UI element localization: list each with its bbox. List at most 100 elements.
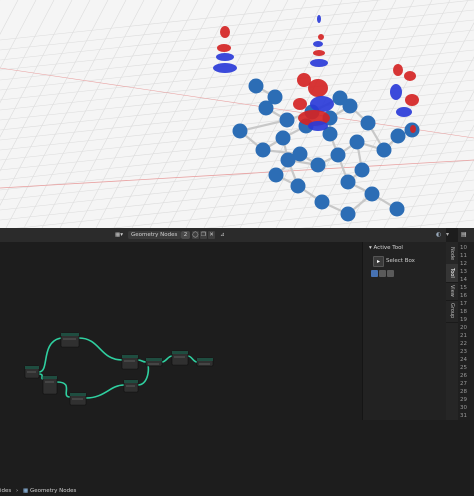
grid-line — [0, 0, 55, 104]
grid-line — [0, 0, 383, 41]
atom — [349, 134, 365, 150]
node-tree-name-field[interactable]: Geometry Nodes — [128, 231, 181, 239]
node-link — [137, 359, 147, 363]
grid-line — [77, 0, 199, 228]
viewport-canvas[interactable] — [0, 0, 474, 228]
orbital-lobe-negative — [310, 96, 334, 112]
orbital-lobe-positive — [393, 64, 403, 76]
atom — [258, 100, 274, 116]
node-tree-icon: ▦ — [22, 488, 29, 494]
atom — [268, 167, 284, 183]
line-number: 19 — [460, 317, 467, 323]
settings-dropdown-icon[interactable]: ▾ — [446, 231, 449, 238]
orbital-lobe-negative — [308, 121, 328, 131]
tab-node[interactable]: Node — [446, 244, 458, 265]
atom — [279, 112, 295, 128]
atom — [310, 157, 326, 173]
line-number: 13 — [460, 269, 467, 275]
text-editor-line-numbers: 10 11 12 13 14 15 16 17 18 19 20 21 22 23 24 25 26 27 28 29… — [458, 242, 474, 420]
atom — [275, 130, 291, 146]
duplicate-icon[interactable]: ❐ — [200, 231, 207, 239]
fake-user-icon[interactable]: ◯ — [192, 231, 199, 239]
atom — [332, 90, 348, 106]
orbital-lobe-positive — [318, 34, 324, 40]
orbital-lobe-negative — [317, 15, 321, 23]
node-editor-header: ▦▾ Geometry Nodes 2 ◯ ❐ ✕ ⊿ — [0, 228, 362, 243]
node[interactable] — [171, 350, 189, 366]
node[interactable] — [42, 375, 58, 395]
line-number: 20 — [460, 325, 467, 331]
node-graph[interactable] — [0, 242, 362, 420]
atom — [330, 147, 346, 163]
node-header-bar — [61, 333, 79, 336]
atom — [255, 142, 271, 158]
node-link — [56, 381, 71, 398]
orbital-lobe-negative — [313, 41, 323, 47]
node-editor-canvas[interactable]: ides › ▦ Geometry Nodes — [0, 242, 362, 494]
node[interactable] — [121, 354, 139, 370]
node-link — [85, 384, 125, 399]
atom — [314, 194, 330, 210]
line-number: 15 — [460, 285, 467, 291]
orbital-lobe-positive — [293, 98, 307, 110]
overlay-toggle-icon[interactable]: ◐ — [436, 231, 441, 238]
grid-line — [0, 9, 474, 61]
mode-extend-icon[interactable] — [379, 270, 386, 277]
line-number: 12 — [460, 261, 467, 267]
node-link — [187, 355, 198, 363]
node-header-bar — [122, 355, 138, 358]
line-number: 16 — [460, 293, 467, 299]
group-output-node[interactable] — [196, 357, 214, 367]
node-link — [38, 337, 62, 373]
grid-line — [0, 79, 474, 131]
breadcrumb-separator: › — [16, 488, 19, 494]
orbital-lobe-negative — [213, 63, 237, 73]
tool-label: Select Box — [386, 258, 415, 264]
node[interactable] — [69, 392, 87, 406]
orbital-lobe-positive — [308, 79, 328, 97]
nodes[interactable] — [24, 332, 214, 406]
line-number: 30 — [460, 405, 467, 411]
node[interactable] — [145, 357, 163, 367]
x-axis-line — [0, 159, 474, 189]
breadcrumb-current[interactable]: Geometry Nodes — [30, 488, 76, 494]
node[interactable] — [60, 332, 80, 348]
grid-line — [16, 179, 474, 228]
line-number: 31 — [460, 413, 467, 419]
editor-type-icon[interactable]: ▦▾ — [115, 231, 125, 239]
line-number: 18 — [460, 309, 467, 315]
select-box-tool-button[interactable]: ▸ — [373, 256, 384, 267]
orbital-lobe-negative — [396, 107, 412, 117]
3d-viewport[interactable] — [0, 0, 474, 228]
grid-line — [455, 193, 474, 228]
node[interactable] — [123, 379, 139, 393]
grid-line — [419, 124, 474, 228]
orbital-lobe-positive — [217, 44, 231, 52]
pin-icon[interactable]: ⊿ — [220, 231, 225, 239]
orbital-lobe-negative — [216, 53, 234, 61]
orbital-lobe-negative — [310, 59, 328, 67]
tab-group[interactable]: Group — [446, 300, 458, 323]
mode-subtract-icon[interactable] — [387, 270, 394, 277]
grid-line — [0, 159, 474, 211]
breadcrumb-parent[interactable]: ides — [0, 488, 11, 494]
tab-tool[interactable]: Tool — [446, 264, 458, 283]
atom — [248, 78, 264, 94]
user-count-badge[interactable]: 2 — [181, 231, 190, 239]
mode-set-icon[interactable] — [371, 270, 378, 277]
orbital-lobe-positive — [405, 94, 419, 106]
node-link — [38, 373, 44, 380]
unlink-icon[interactable]: ✕ — [208, 231, 215, 239]
sidebar-panel: ▾ Active Tool ▸ Select Box — [362, 242, 447, 420]
tab-view[interactable]: View — [446, 282, 458, 301]
panel-title[interactable]: ▾ Active Tool — [369, 245, 403, 251]
node-header-bar — [124, 380, 138, 383]
atom — [232, 123, 248, 139]
node-link — [78, 337, 123, 361]
grid-line — [205, 199, 474, 228]
group-input-node[interactable] — [24, 365, 40, 379]
grid-line — [437, 158, 474, 228]
node-link — [161, 355, 173, 363]
editor-type-icon[interactable]: ▤ — [461, 231, 467, 238]
grid-line — [0, 139, 474, 191]
